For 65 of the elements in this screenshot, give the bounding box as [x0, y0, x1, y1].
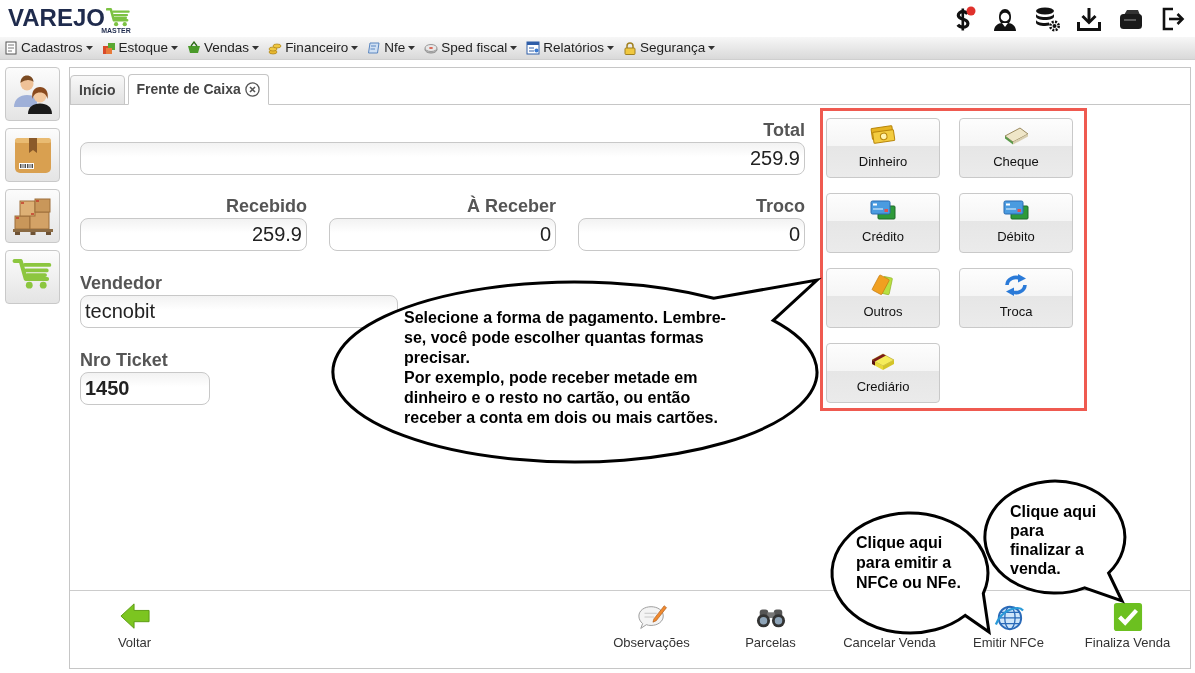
sidebar-button[interactable]	[5, 67, 60, 121]
caret-icon	[171, 46, 179, 50]
field-label: Troco	[756, 196, 805, 216]
tab[interactable]: Início	[70, 75, 125, 105]
padlock-icon	[623, 41, 637, 55]
amount-field[interactable]: 0	[329, 218, 556, 251]
logout-icon[interactable]	[1160, 5, 1186, 32]
caret-icon	[708, 46, 716, 50]
caret-icon	[351, 46, 359, 50]
toolbar-button[interactable]: Observações	[592, 591, 711, 651]
payment-button[interactable]: Cheque	[959, 118, 1073, 178]
payment-button[interactable]: Débito	[959, 193, 1073, 253]
page-icon	[4, 41, 18, 55]
menu-item[interactable]: Nfe	[366, 37, 421, 59]
cash-icon	[869, 123, 897, 147]
cart-icon	[105, 7, 131, 27]
boxes-icon	[101, 41, 116, 55]
database-gear-icon[interactable]	[1034, 5, 1060, 32]
paper-icon	[367, 41, 382, 55]
field-label: Vendedor	[80, 273, 163, 293]
menu-item[interactable]: Cadastros	[3, 37, 98, 59]
ticket-field[interactable]: 1450	[80, 372, 210, 405]
caret-icon	[510, 46, 518, 50]
basket-icon	[187, 41, 202, 55]
menu-item[interactable]: Estoque	[100, 37, 184, 59]
field-label: Recebido	[225, 196, 307, 216]
toolbar-button[interactable]: Parcelas	[711, 591, 830, 651]
payment-button[interactable]: Troca	[959, 268, 1073, 328]
total-field[interactable]: 259.9	[80, 142, 805, 175]
toolbar-button[interactable]: Cancelar Venda	[830, 591, 949, 651]
payment-button[interactable]: Dinheiro	[826, 118, 940, 178]
tooltip-text: Clique aqui para emitir a NFCe ou NFe.	[856, 533, 962, 593]
caret-icon	[252, 46, 260, 50]
caret-icon	[85, 46, 93, 50]
menu-item[interactable]: Vendas	[186, 37, 265, 59]
payment-button[interactable]: Crediário	[826, 343, 940, 403]
amount-field[interactable]: 0	[578, 218, 805, 251]
caret-icon	[408, 46, 416, 50]
payment-button[interactable]: Outros	[826, 268, 940, 328]
refresh-arrows-icon	[1002, 273, 1030, 297]
menu-item[interactable]: Financeiro	[267, 37, 364, 59]
disc-icon	[424, 41, 439, 55]
logo-text: VAREJO	[8, 7, 105, 28]
field-label: Total	[763, 120, 805, 140]
close-icon[interactable]	[244, 82, 260, 97]
toolbar-button[interactable]: Voltar	[75, 591, 194, 651]
coins-icon	[268, 41, 283, 55]
credit-card-icon	[1002, 198, 1030, 222]
menu-item[interactable]: Segurança	[622, 37, 721, 59]
seller-field[interactable]: tecnobit	[80, 295, 398, 328]
field-label: Nro Ticket	[80, 350, 168, 370]
field-label: À Receber	[466, 196, 556, 216]
tooltip-text: Clique aqui para finalizar a venda.	[1010, 502, 1098, 578]
arrow-left-icon	[117, 602, 152, 632]
report-icon	[526, 41, 541, 55]
amount-field[interactable]: 259.9	[80, 218, 307, 251]
tab[interactable]: Frente de Caixa	[127, 74, 269, 105]
credit-card-icon	[869, 198, 897, 222]
caret-icon	[607, 46, 614, 50]
menu-item[interactable]: Sped fiscal	[423, 37, 523, 59]
download-icon[interactable]	[1076, 5, 1102, 32]
tooltip-text: Por exemplo, pode receber metade em dinheiro e o resto no cartão, ou então receber a conta em dois ou mais cartões.	[404, 368, 719, 428]
payment-button[interactable]: Crédito	[826, 193, 940, 253]
tooltip-text: Selecione a forma de pagamento. Lembre-se, você pode escolher quantas formas precisar.	[404, 308, 727, 368]
menu-item[interactable]: Relatórios	[525, 37, 619, 59]
